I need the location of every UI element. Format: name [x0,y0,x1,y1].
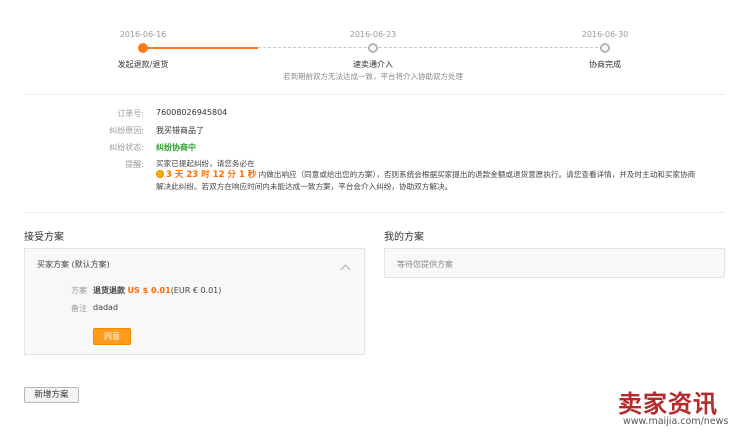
divider [25,94,725,95]
watermark-logo: 卖家资讯 [618,389,718,418]
step-1-dot [138,43,148,53]
my-plan-panel: 等待您提供方案 [384,248,725,278]
step-3-label: 协商完成 [589,60,621,69]
divider [25,212,725,213]
waiting-text: 等待您提供方案 [397,260,453,269]
plan-value: 退货退款 US $ 0.01(EUR € 0.01) [93,285,221,296]
clock-icon [156,170,164,178]
reason-value: 我买错商品了 [156,126,204,135]
buyer-plan-title: 买家方案 (默认方案) [37,260,110,269]
order-number: 76008026945804 [156,108,228,117]
step-2-date: 2016-06-23 [349,30,397,39]
agree-button[interactable]: 同意 [93,328,131,345]
progress-line-pending [258,47,608,48]
step-1-date: 2016-06-16 [119,30,167,39]
reminder-line-1: 买家已提起纠纷，请您务必在 [156,159,255,168]
countdown-timer: 3 天 23 时 12 分 1 秒 [166,170,257,180]
progress-hint: 若到期前双方无法达成一致，平台将介入协助双方处理 [283,72,463,81]
step-3-dot [600,43,610,53]
plan-label: 方案 [71,286,87,295]
note-label: 备注 [71,304,87,313]
status-badge: 纠纷协商中 [156,143,196,152]
plan-price: US $ 0.01 [127,286,171,295]
status-label: 纠纷状态: [109,143,144,152]
buyer-plan-panel: 买家方案 (默认方案) 方案 退货退款 US $ 0.01(EUR € 0.01… [24,248,365,355]
reminder-text: 买家已提起纠纷，请您务必在 3 天 23 时 12 分 1 秒 内做出响应（同意… [156,158,726,192]
step-2-dot [368,43,378,53]
step-3-date: 2016-06-30 [581,30,629,39]
plan-type: 退货退款 [93,286,125,295]
step-2-label: 速卖通介入 [353,60,393,69]
reminder-line-2: 3 天 23 时 12 分 1 秒 内做出响应（同意或给出您的方案），否则系统会… [156,169,726,181]
reminder-line-3: 解决此纠纷。若双方在响应时间内未能达成一致方案，平台会介入纠纷，协助双方解决。 [156,182,453,191]
progress-line-active [143,47,258,49]
order-label: 订单号: [117,109,144,118]
add-plan-button[interactable]: 新增方案 [24,387,79,403]
reminder-label: 提醒: [125,160,144,169]
reason-label: 纠纷原因: [109,126,144,135]
accept-plan-title: 接受方案 [24,232,64,243]
my-plan-title: 我的方案 [384,232,424,243]
step-1-label: 发起退款/退货 [117,60,169,69]
reminder-line-2-text: 内做出响应（同意或给出您的方案），否则系统会根据买家提出的退款金额或退货意愿执行… [258,170,696,179]
plan-eur: (EUR € 0.01) [170,286,222,295]
note-value: dadad [93,303,119,312]
chevron-up-icon[interactable] [340,264,351,275]
watermark-url: www.maijia.com/news [623,416,729,427]
